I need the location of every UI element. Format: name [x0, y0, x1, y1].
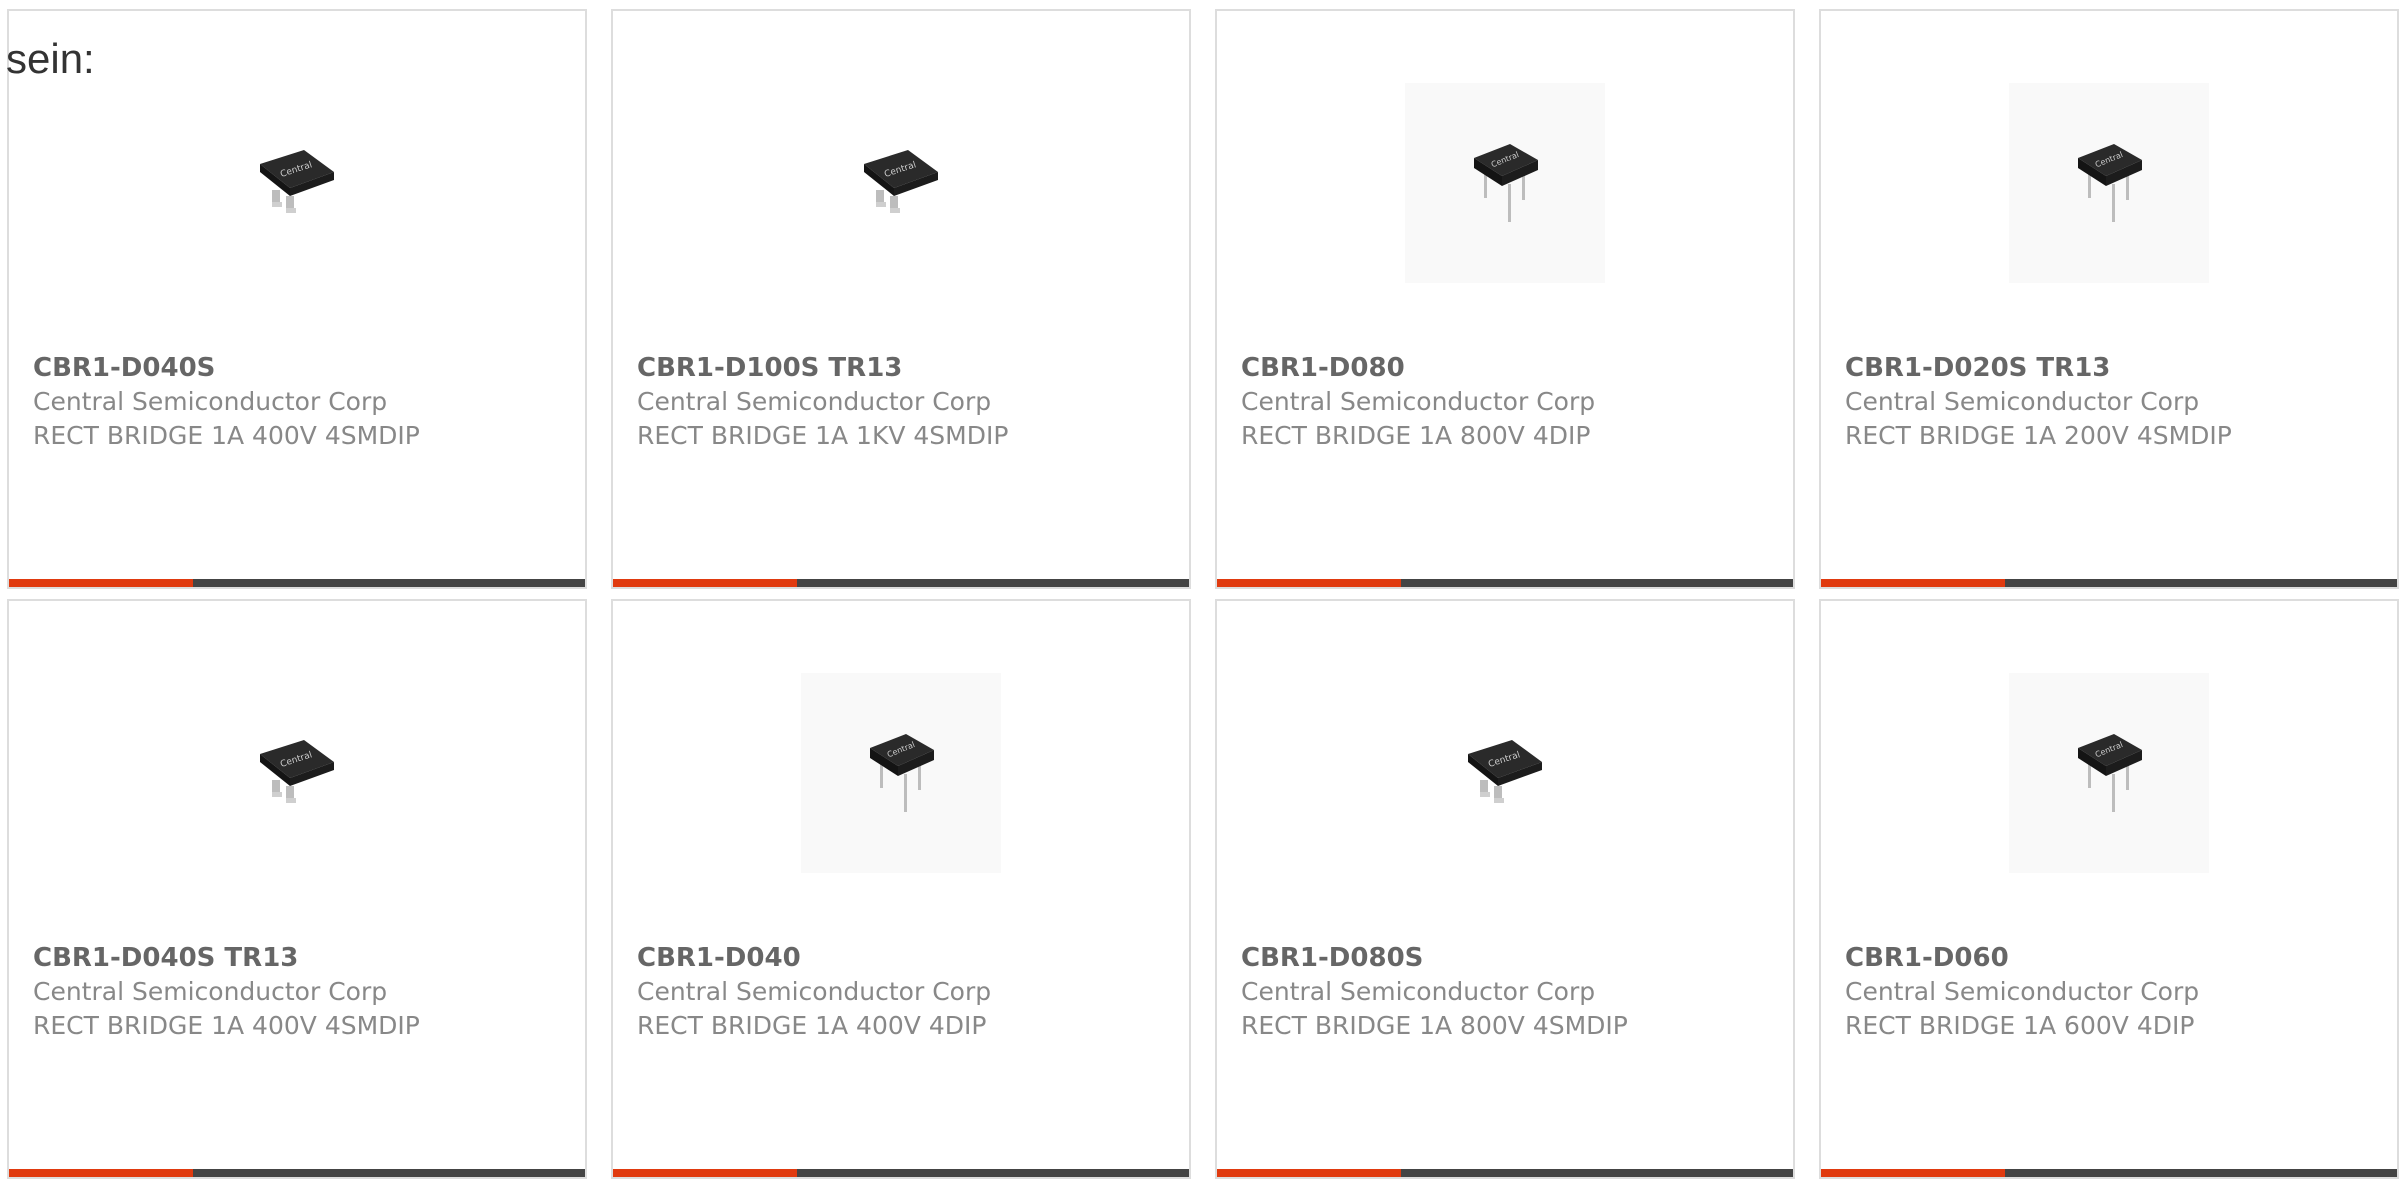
card-footer-accent	[1821, 579, 2005, 587]
smd-bridge-icon: Central	[1468, 740, 1542, 803]
image-frame: Central	[2009, 83, 2209, 283]
product-card[interactable]: Central CBR1-D100S TR13 Central Semicond…	[611, 9, 1191, 589]
smd-bridge-icon: Central	[864, 150, 938, 213]
product-image: Central	[9, 673, 585, 873]
part-number[interactable]: CBR1-D060	[1845, 941, 2387, 975]
product-image: Central	[613, 83, 1189, 283]
manufacturer: Central Semiconductor Corp	[1845, 977, 2200, 1006]
card-footer-accent	[9, 1169, 193, 1177]
manufacturer: Central Semiconductor Corp	[1845, 387, 2200, 416]
product-image: Central	[613, 673, 1189, 873]
product-image: Central	[1217, 83, 1793, 283]
description: RECT BRIDGE 1A 400V 4SMDIP	[33, 1011, 420, 1040]
manufacturer: Central Semiconductor Corp	[33, 977, 388, 1006]
image-frame: Central	[801, 673, 1001, 873]
description: RECT BRIDGE 1A 200V 4SMDIP	[1845, 421, 2232, 450]
card-footer-bar	[1217, 579, 1793, 587]
card-footer-bar	[9, 1169, 585, 1177]
image-frame: Central	[1405, 83, 1605, 283]
part-number[interactable]: CBR1-D020S TR13	[1845, 351, 2387, 385]
description: RECT BRIDGE 1A 600V 4DIP	[1845, 1011, 2195, 1040]
description: RECT BRIDGE 1A 1KV 4SMDIP	[637, 421, 1009, 450]
card-footer-accent	[613, 579, 797, 587]
part-number[interactable]: CBR1-D080S	[1241, 941, 1783, 975]
product-card[interactable]: Central CBR1-D080 Central Semiconductor …	[1215, 9, 1795, 589]
product-card[interactable]: Central CBR1-D080S Central Semiconductor…	[1215, 599, 1795, 1179]
manufacturer: Central Semiconductor Corp	[33, 387, 388, 416]
part-number[interactable]: CBR1-D080	[1241, 351, 1783, 385]
description: RECT BRIDGE 1A 800V 4DIP	[1241, 421, 1591, 450]
product-card[interactable]: Central CBR1-D040 Central Semiconductor …	[611, 599, 1191, 1179]
card-footer-bar	[9, 579, 585, 587]
smd-bridge-icon: Central	[260, 150, 334, 213]
card-footer-bar	[613, 1169, 1189, 1177]
dip-bridge-icon: Central	[1474, 144, 1538, 222]
card-footer-accent	[1821, 1169, 2005, 1177]
manufacturer: Central Semiconductor Corp	[1241, 387, 1596, 416]
product-card[interactable]: Central CBR1-D020S TR13 Central Semicond…	[1819, 9, 2399, 589]
product-card[interactable]: Central CBR1-D060 Central Semiconductor …	[1819, 599, 2399, 1179]
product-grid: Central CBR1-D040S Central Semiconductor…	[7, 9, 2399, 1179]
dip-bridge-icon: Central	[2078, 144, 2142, 222]
product-card[interactable]: Central CBR1-D040S Central Semiconductor…	[7, 9, 587, 589]
product-image: Central	[1821, 673, 2397, 873]
card-footer-accent	[613, 1169, 797, 1177]
smd-bridge-icon: Central	[260, 740, 334, 803]
image-frame: Central	[2009, 673, 2209, 873]
dip-bridge-icon: Central	[870, 734, 934, 812]
part-number[interactable]: CBR1-D040S	[33, 351, 575, 385]
product-card[interactable]: Central CBR1-D040S TR13 Central Semicond…	[7, 599, 587, 1179]
intro-text: sein:	[6, 35, 95, 82]
dip-bridge-icon: Central	[2078, 734, 2142, 812]
card-footer-accent	[1217, 579, 1401, 587]
description: RECT BRIDGE 1A 400V 4SMDIP	[33, 421, 420, 450]
card-footer-bar	[613, 579, 1189, 587]
description: RECT BRIDGE 1A 800V 4SMDIP	[1241, 1011, 1628, 1040]
part-number[interactable]: CBR1-D040S TR13	[33, 941, 575, 975]
card-footer-bar	[1217, 1169, 1793, 1177]
product-image: Central	[1217, 673, 1793, 873]
card-footer-accent	[9, 579, 193, 587]
part-number[interactable]: CBR1-D040	[637, 941, 1179, 975]
card-footer-bar	[1821, 579, 2397, 587]
description: RECT BRIDGE 1A 400V 4DIP	[637, 1011, 987, 1040]
card-footer-accent	[1217, 1169, 1401, 1177]
manufacturer: Central Semiconductor Corp	[1241, 977, 1596, 1006]
manufacturer: Central Semiconductor Corp	[637, 977, 992, 1006]
manufacturer: Central Semiconductor Corp	[637, 387, 992, 416]
part-number[interactable]: CBR1-D100S TR13	[637, 351, 1179, 385]
product-image: Central	[9, 83, 585, 283]
product-image: Central	[1821, 83, 2397, 283]
card-footer-bar	[1821, 1169, 2397, 1177]
